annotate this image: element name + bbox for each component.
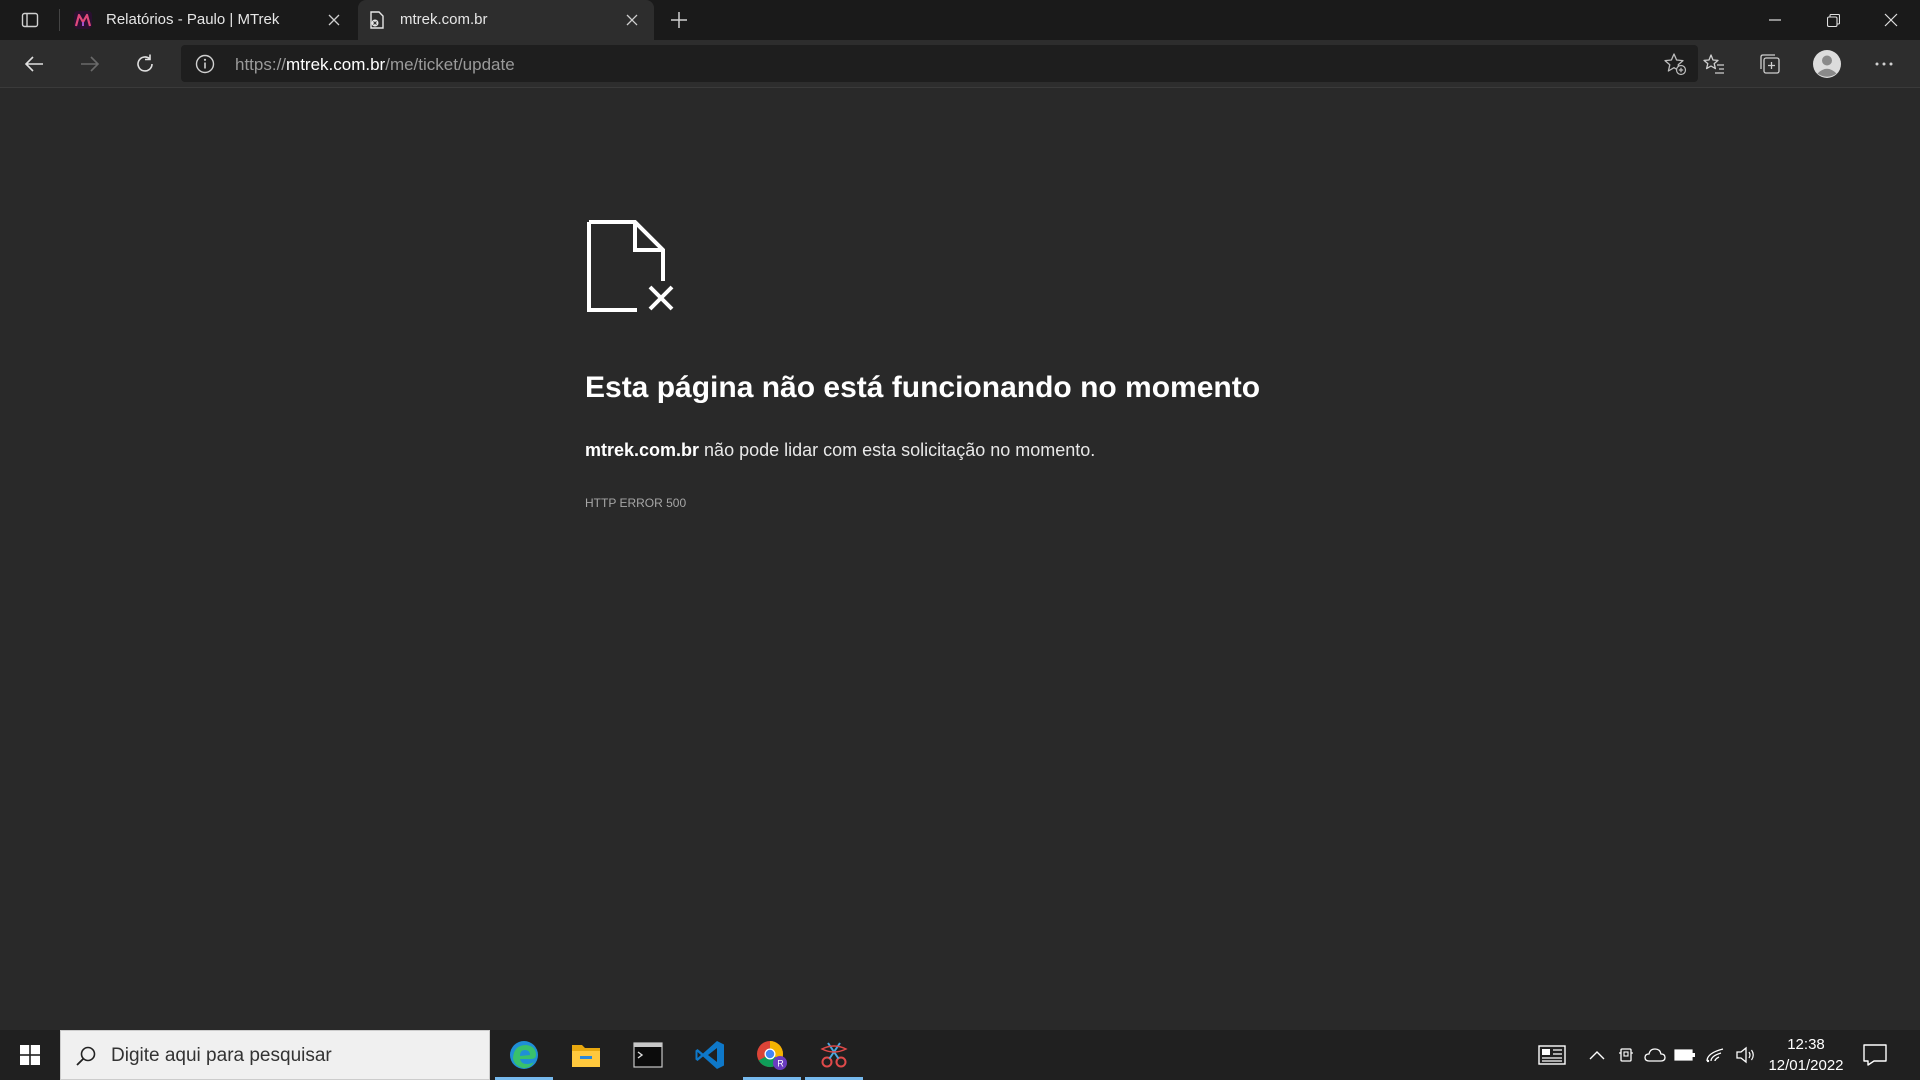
- new-tab-button[interactable]: [664, 6, 694, 34]
- page-content: Esta página não está funcionando no mome…: [0, 88, 1920, 1030]
- url-scheme: https://: [235, 55, 287, 74]
- tray-battery[interactable]: [1673, 1043, 1697, 1067]
- clock-date: 12/01/2022: [1768, 1057, 1844, 1074]
- favorites-button[interactable]: [1696, 48, 1732, 80]
- add-favorite-button[interactable]: [1660, 49, 1690, 79]
- terminal-icon: [633, 1042, 663, 1068]
- device-icon: [1619, 1048, 1633, 1062]
- refresh-button[interactable]: [127, 48, 163, 80]
- show-hidden-icons-button[interactable]: [1585, 1043, 1609, 1067]
- windows-logo-icon: [20, 1045, 40, 1065]
- tab-mtrek[interactable]: mtrek.com.br: [358, 0, 654, 40]
- news-icon: [1538, 1045, 1566, 1065]
- start-button[interactable]: [0, 1030, 60, 1080]
- taskbar-app-edge[interactable]: [493, 1030, 555, 1080]
- chevron-up-icon: [1589, 1051, 1605, 1060]
- tab-separator: [59, 9, 60, 31]
- taskbar-clock[interactable]: 12:38 12/01/2022: [1760, 1034, 1852, 1076]
- tab-title: mtrek.com.br: [400, 11, 488, 28]
- snipping-tool-icon: [820, 1042, 848, 1068]
- close-tab-icon[interactable]: [322, 8, 346, 32]
- tab-actions-button[interactable]: [14, 6, 46, 34]
- speaker-icon: [1736, 1046, 1754, 1064]
- back-button[interactable]: [16, 48, 52, 80]
- tray-onedrive[interactable]: [1643, 1043, 1667, 1067]
- avatar-icon: [1813, 50, 1841, 78]
- error-host: mtrek.com.br: [585, 440, 700, 460]
- svg-text:R: R: [777, 1059, 784, 1069]
- broken-page-icon: [587, 220, 674, 312]
- tray-device-icon[interactable]: [1614, 1043, 1638, 1067]
- more-icon: [1875, 62, 1893, 66]
- clock-time: 12:38: [1787, 1036, 1825, 1053]
- close-window-button[interactable]: [1863, 0, 1919, 40]
- arrow-right-icon: [81, 56, 100, 72]
- tray-volume[interactable]: [1733, 1043, 1757, 1067]
- mtrek-favicon-icon: [74, 11, 92, 29]
- windows-taskbar: Digite aqui para pesquisar R 12:38 12/01…: [0, 1030, 1920, 1080]
- vscode-icon: [695, 1041, 724, 1069]
- cloud-icon: [1644, 1048, 1666, 1062]
- chrome-profile-icon: R: [757, 1041, 787, 1070]
- address-bar[interactable]: https://mtrek.com.br/me/ticket/update: [181, 45, 1698, 82]
- wifi-icon: [1706, 1048, 1724, 1063]
- browser-toolbar: https://mtrek.com.br/me/ticket/update: [0, 40, 1920, 88]
- error-title: Esta página não está funcionando no mome…: [585, 371, 1261, 404]
- url-text[interactable]: https://mtrek.com.br/me/ticket/update: [235, 55, 515, 75]
- profile-button[interactable]: [1809, 48, 1845, 80]
- collections-button[interactable]: [1752, 48, 1788, 80]
- tab-actions-icon: [21, 12, 39, 28]
- close-icon: [1884, 13, 1898, 27]
- file-explorer-icon: [572, 1045, 600, 1067]
- search-icon: [76, 1046, 96, 1066]
- battery-icon: [1674, 1049, 1695, 1061]
- refresh-icon: [137, 54, 153, 72]
- news-widget-button[interactable]: [1537, 1043, 1567, 1067]
- info-icon[interactable]: [195, 54, 215, 74]
- error-message: não pode lidar com esta solicitação no m…: [699, 440, 1096, 460]
- url-host: mtrek.com.br: [286, 55, 386, 74]
- tab-strip: Relatórios - Paulo | MTrek mtrek.com.br: [0, 0, 1920, 40]
- star-add-icon: [1664, 53, 1687, 76]
- minimize-icon: [1769, 19, 1781, 21]
- close-tab-icon[interactable]: [620, 8, 644, 32]
- error-description: mtrek.com.br não pode lidar com esta sol…: [585, 440, 1095, 461]
- tray-network[interactable]: [1703, 1043, 1727, 1067]
- taskbar-app-vscode[interactable]: [679, 1030, 741, 1080]
- taskbar-app-terminal[interactable]: [617, 1030, 679, 1080]
- restore-icon: [1826, 13, 1840, 27]
- restore-button[interactable]: [1805, 0, 1861, 40]
- minimize-button[interactable]: [1747, 0, 1803, 40]
- forward-button[interactable]: [72, 48, 108, 80]
- taskbar-app-chrome[interactable]: R: [741, 1030, 803, 1080]
- edge-icon: [510, 1041, 538, 1069]
- arrow-left-icon: [24, 56, 43, 72]
- taskbar-app-file-explorer[interactable]: [555, 1030, 617, 1080]
- url-path: /me/ticket/update: [385, 55, 515, 74]
- collections-icon: [1760, 54, 1780, 74]
- favorites-icon: [1703, 54, 1724, 74]
- tab-title: Relatórios - Paulo | MTrek: [106, 11, 280, 28]
- plus-icon: [671, 12, 687, 28]
- taskbar-search[interactable]: Digite aqui para pesquisar: [60, 1030, 490, 1080]
- notification-center-icon[interactable]: [1862, 1043, 1888, 1067]
- error-code: HTTP ERROR 500: [585, 496, 687, 510]
- tab-relatorios[interactable]: Relatórios - Paulo | MTrek: [64, 0, 356, 40]
- page-error-favicon-icon: [370, 11, 384, 29]
- taskbar-app-snipping-tool[interactable]: [803, 1030, 865, 1080]
- settings-more-button[interactable]: [1866, 48, 1902, 80]
- search-placeholder: Digite aqui para pesquisar: [111, 1045, 332, 1066]
